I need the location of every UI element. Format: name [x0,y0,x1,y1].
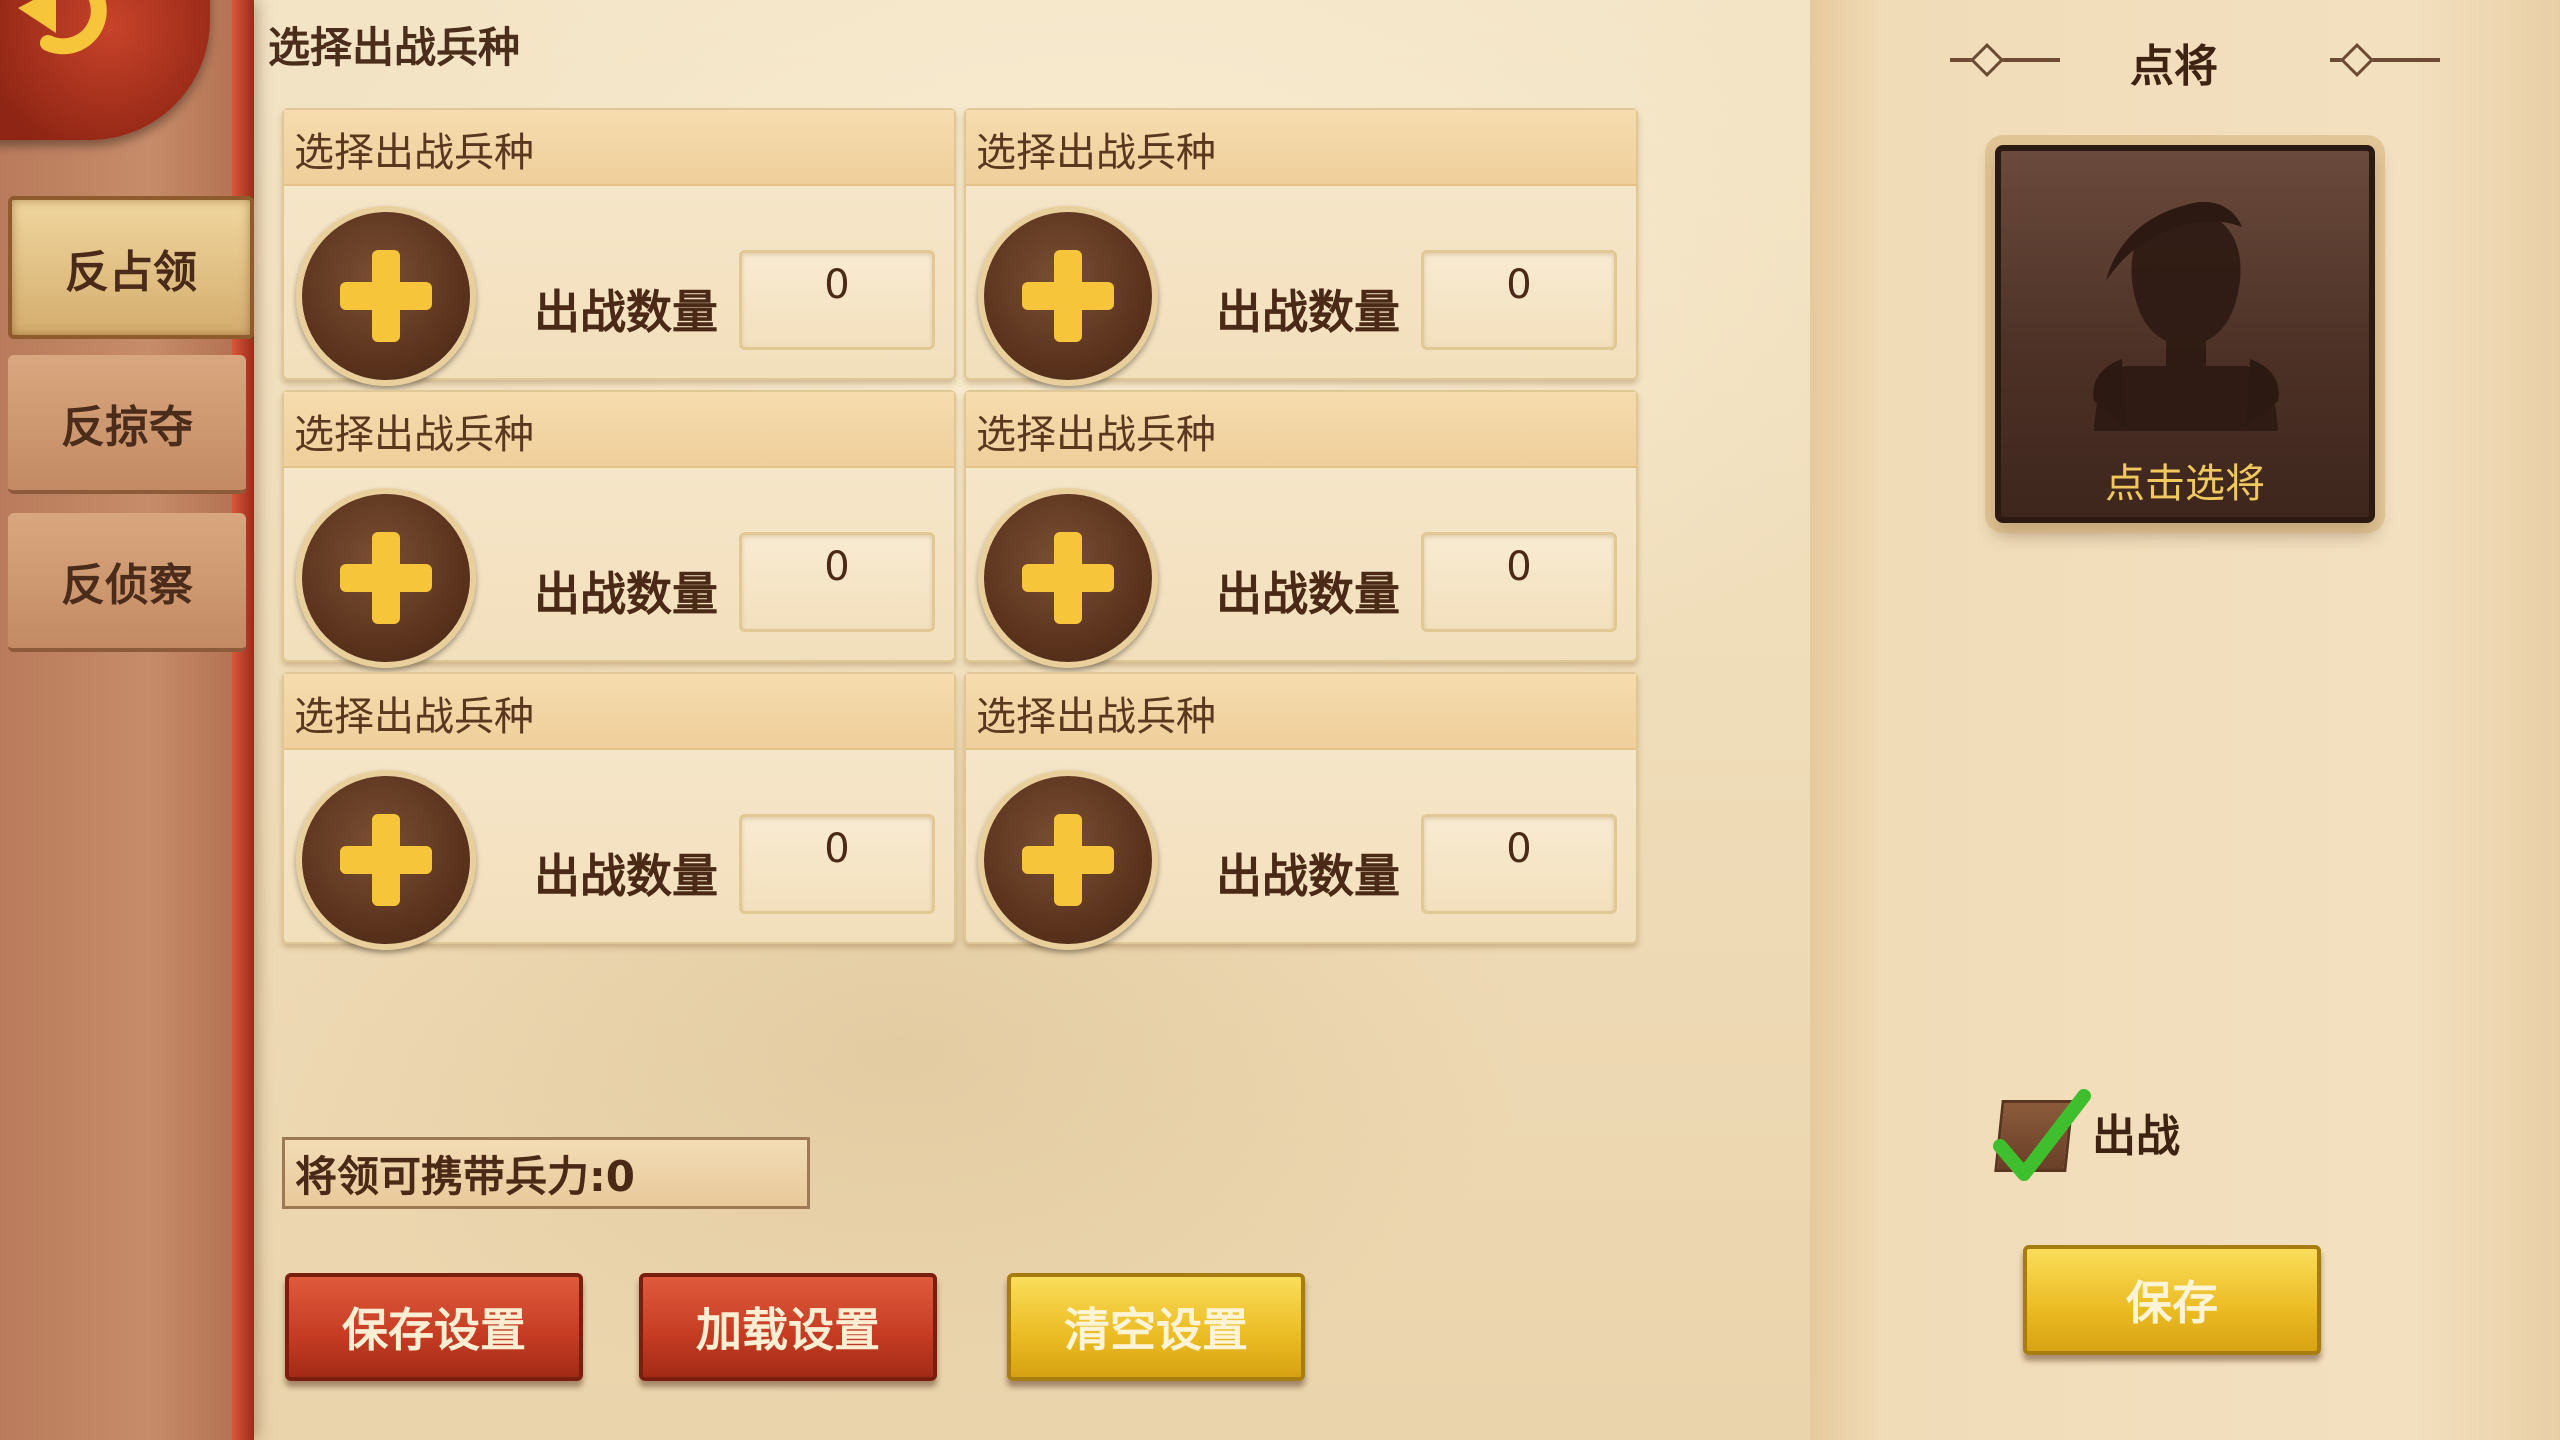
quantity-input[interactable]: 0 [739,250,935,350]
quantity-input[interactable]: 0 [739,532,935,632]
save-settings-label: 保存设置 [342,1303,526,1357]
slot-title: 选择出战兵种 [294,130,534,176]
add-troop-button[interactable] [978,206,1158,386]
ornament-left [1950,58,2060,62]
select-general-card[interactable]: 点击选将 [1995,145,2375,523]
sidebar-item-label: 反侦察 [61,559,193,611]
troop-slot: 选择出战兵种 出战数量 0 [282,108,956,386]
quantity-label: 出战数量 [534,567,718,621]
save-label: 保存 [2126,1276,2218,1330]
quantity-label: 出战数量 [1216,285,1400,339]
add-troop-button[interactable] [296,770,476,950]
add-troop-button[interactable] [296,488,476,668]
back-arrow-icon [18,0,107,55]
clear-settings-button[interactable]: 清空设置 [1007,1273,1305,1381]
checkmark-icon [1993,1089,2091,1181]
slot-header: 选择出战兵种 [284,674,954,750]
add-troop-button[interactable] [978,488,1158,668]
troop-slot: 选择出战兵种 出战数量 0 [964,108,1638,386]
quantity-label: 出战数量 [1216,567,1400,621]
sidebar-item-label: 反掠夺 [61,401,193,453]
troop-slot: 选择出战兵种 出战数量 0 [282,672,956,950]
sidebar-item-anti-plunder[interactable]: 反掠夺 [8,355,246,494]
panel-title: 点将 [2130,41,2218,92]
slot-header: 选择出战兵种 [966,674,1636,750]
slot-title: 选择出战兵种 [976,694,1216,740]
save-settings-button[interactable]: 保存设置 [285,1273,583,1381]
clear-settings-label: 清空设置 [1064,1303,1248,1357]
select-general-hint: 点击选将 [2105,461,2265,507]
general-silhouette-icon [2093,201,2279,431]
deploy-label: 出战 [2092,1111,2180,1162]
sidebar-item-label: 反占领 [65,246,197,298]
add-troop-button[interactable] [978,770,1158,950]
troop-capacity: 将领可携带兵力:0 [282,1137,810,1209]
sidebar-item-anti-scout[interactable]: 反侦察 [8,513,246,652]
slot-header: 选择出战兵种 [966,110,1636,186]
slot-header: 选择出战兵种 [284,110,954,186]
quantity-input[interactable]: 0 [1421,532,1617,632]
slot-title: 选择出战兵种 [976,412,1216,458]
quantity-input[interactable]: 0 [1421,814,1617,914]
quantity-label: 出战数量 [534,849,718,903]
save-button[interactable]: 保存 [2023,1245,2321,1355]
load-settings-button[interactable]: 加载设置 [639,1273,937,1381]
slot-header: 选择出战兵种 [284,392,954,468]
page-title: 选择出战兵种 [268,23,521,72]
troop-slot: 选择出战兵种 出战数量 0 [964,390,1638,668]
troop-capacity-text: 将领可携带兵力:0 [295,1151,636,1201]
troop-slot: 选择出战兵种 出战数量 0 [282,390,956,668]
quantity-input[interactable]: 0 [739,814,935,914]
troop-slot: 选择出战兵种 出战数量 0 [964,672,1638,950]
quantity-label: 出战数量 [534,285,718,339]
quantity-input[interactable]: 0 [1421,250,1617,350]
load-settings-label: 加载设置 [696,1303,880,1357]
sidebar-item-anti-occupy[interactable]: 反占领 [8,196,254,339]
slot-title: 选择出战兵种 [976,130,1216,176]
slot-header: 选择出战兵种 [966,392,1636,468]
slot-title: 选择出战兵种 [294,694,534,740]
slot-title: 选择出战兵种 [294,412,534,458]
add-troop-button[interactable] [296,206,476,386]
quantity-label: 出战数量 [1216,849,1400,903]
